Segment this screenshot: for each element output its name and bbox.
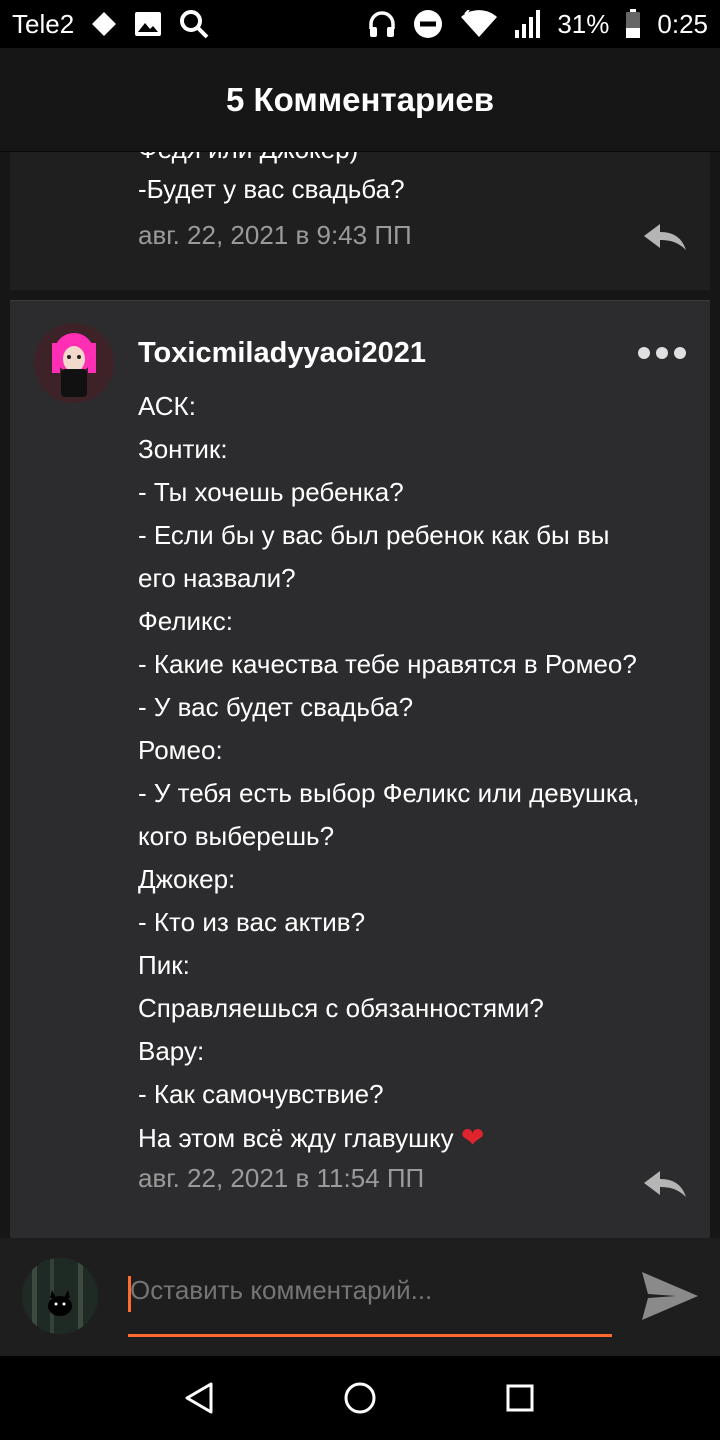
wifi-icon — [459, 10, 499, 38]
comment-card: Toxicmiladyyaoi2021 АСК: Зонтик: - Ты хо… — [10, 300, 710, 1238]
clock: 0:25 — [657, 8, 708, 39]
comment-text-line: -Будет у вас свадьба? — [138, 174, 405, 204]
image-icon — [134, 11, 162, 37]
comment-text-line: его назвали? — [138, 563, 296, 593]
comment-input-bar — [0, 1238, 720, 1356]
status-bar: Tele2 31% 0:25 — [0, 0, 720, 48]
comment-text-line: Федя или Джокер) — [138, 152, 358, 165]
comment-text-line: - У тебя есть выбор Феликс или девушка, — [138, 778, 640, 808]
comment-input[interactable] — [128, 1268, 612, 1312]
comment-text-line: Справляешься с обязанностями? — [138, 993, 544, 1023]
carrier-label: Tele2 — [12, 8, 75, 39]
headphones-icon — [367, 9, 397, 39]
comment-text-line: АСК: — [138, 391, 196, 421]
battery-percent: 31% — [557, 8, 610, 39]
comment-timestamp: авг. 22, 2021 в 11:54 ПП — [138, 1163, 425, 1193]
comment-timestamp: авг. 22, 2021 в 9:43 ПП — [138, 220, 412, 250]
comment-card-previous: Федя или Джокер) -Будет у вас свадьба? а… — [10, 152, 710, 290]
system-nav-bar — [0, 1356, 720, 1440]
comment-text-line: - У вас будет свадьба? — [138, 692, 414, 722]
comment-text-line: - Если бы у вас был ребенок как бы вы — [138, 520, 610, 550]
search-icon — [178, 8, 210, 40]
heart-icon: ❤ — [460, 1122, 485, 1153]
comment-text-line: - Как самочувствие? — [138, 1079, 384, 1109]
text-caret — [128, 1276, 131, 1312]
comment-text-line-last: На этом всё жду главушку ❤ — [138, 1116, 698, 1159]
comment-text-line: Феликс: — [138, 606, 233, 636]
recents-icon[interactable] — [490, 1368, 550, 1428]
back-icon[interactable] — [170, 1368, 230, 1428]
send-icon[interactable] — [640, 1268, 700, 1324]
input-underline — [128, 1334, 612, 1337]
comment-text-line: Вару: — [138, 1036, 205, 1066]
comment-body: АСК: Зонтик: - Ты хочешь ребенка? - Если… — [138, 385, 698, 1159]
comment-text-line: - Кто из вас актив? — [138, 907, 366, 937]
home-icon[interactable] — [330, 1368, 390, 1428]
comment-text-line: кого выберешь? — [138, 821, 335, 851]
more-options-icon[interactable] — [638, 341, 688, 365]
page-title: 5 Комментариев — [0, 48, 720, 152]
avatar[interactable] — [34, 323, 114, 403]
do-not-disturb-icon — [413, 9, 443, 39]
comment-text-line: Джокер: — [138, 864, 236, 894]
comment-text-line: Пик: — [138, 950, 190, 980]
reply-icon[interactable] — [642, 222, 688, 252]
status-left: Tele2 — [12, 8, 210, 40]
comment-text-line: - Какие качества тебе нравятся в Ромео? — [138, 649, 637, 679]
battery-icon — [625, 9, 641, 39]
comments-list[interactable]: Федя или Джокер) -Будет у вас свадьба? а… — [0, 152, 720, 1238]
comment-text: На этом всё жду главушку — [138, 1123, 454, 1153]
comment-text-line: Зонтик: — [138, 434, 228, 464]
cell-signal-icon — [515, 10, 541, 38]
comment-text-line: - Ты хочешь ребенка? — [138, 477, 404, 507]
comment-username[interactable]: Toxicmiladyyaoi2021 — [138, 337, 426, 370]
comment-text-line: Ромео: — [138, 735, 223, 765]
my-avatar — [22, 1258, 98, 1334]
signal-diamond-icon — [90, 10, 118, 38]
status-right: 31% 0:25 — [367, 9, 708, 40]
reply-icon[interactable] — [642, 1169, 688, 1199]
